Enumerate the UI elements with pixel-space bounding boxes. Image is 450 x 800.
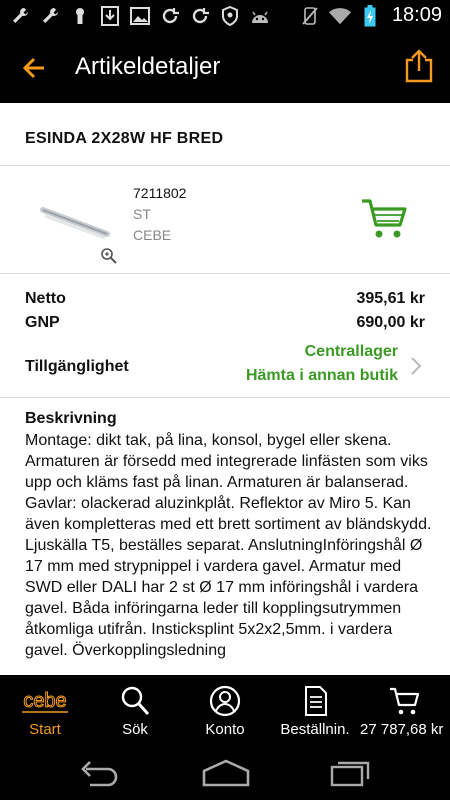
clock: 18:09 [391, 4, 442, 26]
netto-label: Netto [25, 290, 66, 307]
sync-icon [188, 5, 212, 27]
cart-total: 27 787,68 kr [360, 721, 444, 738]
divider [0, 273, 450, 274]
account-icon [208, 685, 242, 717]
gnp-value: 690,00 kr [356, 314, 425, 331]
share-icon[interactable] [404, 49, 434, 83]
bottom-nav: cebe Start Sök Konto Beställnin. 27 787,… [0, 675, 450, 747]
article-number: 7211802 [133, 185, 187, 201]
home-icon[interactable] [200, 757, 252, 789]
logo-text: cebe [23, 690, 66, 712]
status-bar: 18:09 [0, 0, 450, 33]
product-name: ESINDA 2X28W HF BRED [25, 130, 224, 147]
brand: CEBE [133, 227, 172, 243]
wifi-icon [328, 5, 352, 27]
nav-account[interactable]: Konto [180, 675, 270, 747]
description-text: Montage: dikt tak, på lina, konsol, byge… [25, 432, 432, 659]
nav-search[interactable]: Sök [90, 675, 180, 747]
sync-icon [158, 5, 182, 27]
divider [0, 165, 450, 166]
description: Beskrivning Montage: dikt tak, på lina, … [25, 410, 435, 661]
shield-icon [218, 5, 242, 27]
recents-icon[interactable] [328, 757, 374, 789]
orders-icon [298, 685, 332, 717]
page-title: Artikeldetaljer [75, 53, 221, 80]
add-to-cart-icon[interactable] [360, 193, 410, 243]
wrench-icon [8, 5, 32, 27]
netto-value: 395,61 kr [356, 290, 425, 307]
nav-label: Beställnin. [280, 721, 350, 738]
pricing: Netto 395,61 kr GNP 690,00 kr [25, 287, 425, 335]
product-meta: 7211802 ST CEBE [133, 183, 186, 246]
back-arrow-icon[interactable] [20, 53, 50, 83]
gnp-label: GNP [25, 314, 60, 331]
availability-primary: Centrallager [304, 343, 398, 360]
unit: ST [133, 206, 151, 222]
nav-label: Sök [122, 721, 148, 738]
chevron-right-icon [409, 355, 423, 377]
nav-cart[interactable]: 27 787,68 kr [360, 675, 450, 747]
nav-orders[interactable]: Beställnin. [270, 675, 360, 747]
availability-row[interactable]: Tillgänglighet Centrallager Hämta i anna… [25, 343, 425, 393]
app-bar: Artikeldetaljer [0, 33, 450, 103]
description-heading: Beskrivning [25, 410, 117, 427]
keyhole-icon [68, 5, 92, 27]
article-details: ESINDA 2X28W HF BRED 7211802 ST CEBE Net… [0, 103, 450, 675]
image-icon [128, 5, 152, 27]
back-icon[interactable] [76, 757, 122, 789]
nav-label: Konto [205, 721, 245, 738]
wrench-icon [38, 5, 62, 27]
android-icon [248, 5, 272, 27]
availability-label: Tillgänglighet [25, 358, 129, 375]
zoom-icon[interactable] [100, 247, 118, 265]
price-row-netto: Netto 395,61 kr [25, 287, 425, 311]
price-row-gnp: GNP 690,00 kr [25, 311, 425, 335]
mute-icon [298, 5, 322, 27]
system-nav [0, 747, 450, 800]
search-icon [118, 685, 152, 717]
cebe-logo-icon: cebe [20, 685, 70, 717]
nav-start[interactable]: cebe Start [0, 675, 90, 747]
availability-secondary: Hämta i annan butik [245, 367, 398, 384]
nav-label: Start [29, 721, 61, 738]
battery-icon [358, 4, 382, 27]
download-icon [98, 5, 122, 27]
divider [0, 397, 450, 398]
cart-icon [388, 685, 422, 717]
